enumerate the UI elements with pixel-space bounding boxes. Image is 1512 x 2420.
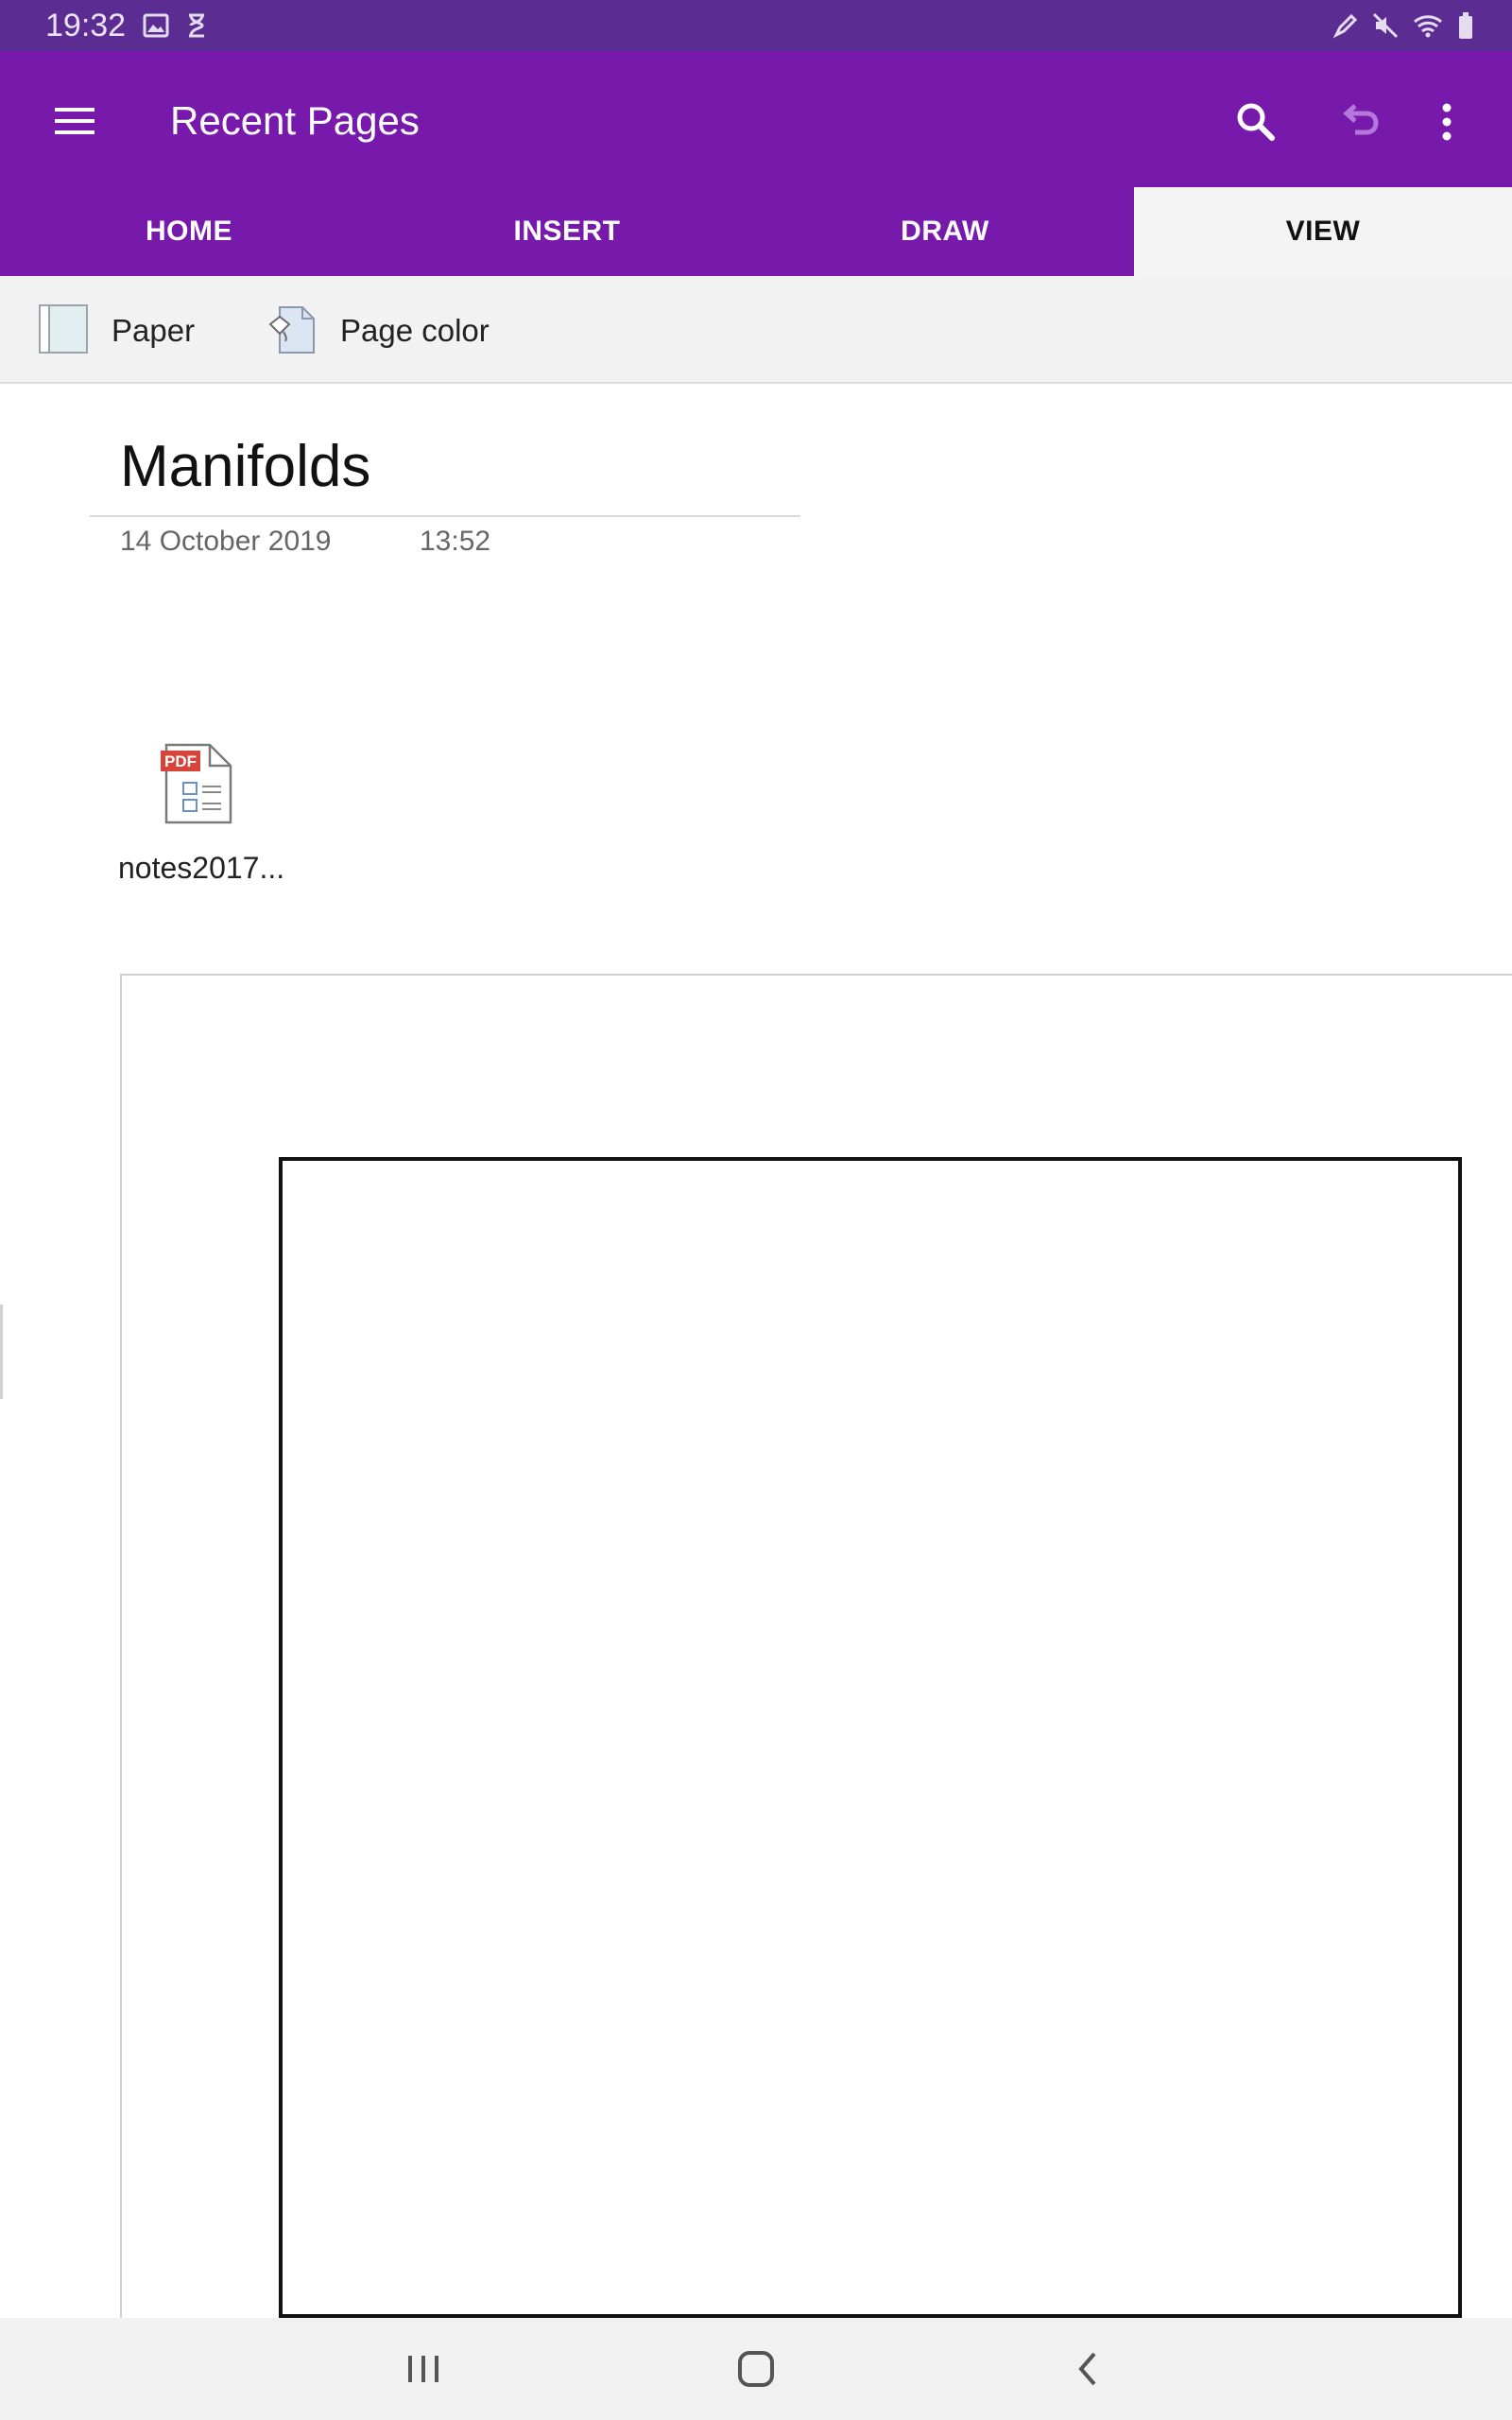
pen-icon [1332,12,1359,39]
app-bar: Recent Pages [0,51,1512,187]
tab-view[interactable]: VIEW [1134,187,1512,276]
paper-icon [38,303,89,359]
page-time: 13:52 [420,526,491,557]
left-edge-indicator [0,1305,3,1399]
hamburger-menu-icon[interactable] [49,95,102,147]
view-toolbar: Paper Page color [0,276,1512,384]
search-icon[interactable] [1228,95,1283,149]
tab-draw[interactable]: DRAW [756,187,1134,276]
status-right [1332,11,1474,40]
tab-insert[interactable]: INSERT [378,187,756,276]
hourglass-icon [186,12,207,39]
pdf-badge-text: PDF [164,752,197,770]
drawn-rectangle [279,1157,1462,2318]
page-title[interactable]: Manifolds [120,433,370,500]
undo-icon[interactable] [1332,95,1387,149]
page-date: 14 October 2019 [120,526,332,557]
page-color-button[interactable]: Page color [266,302,490,359]
battery-icon [1457,11,1474,40]
attachment-name: notes2017... [118,851,285,885]
recent-apps-icon[interactable] [395,2342,452,2395]
home-icon[interactable] [728,2342,784,2395]
wifi-icon [1412,12,1444,39]
navigation-bar [0,2318,1512,2420]
mute-icon [1372,12,1399,39]
pdf-attachment[interactable]: PDF notes2017... [113,737,302,889]
page-color-label: Page color [340,313,490,348]
more-vertical-icon[interactable] [1423,95,1470,149]
back-icon[interactable] [1060,2342,1117,2395]
paper-label: Paper [112,313,196,348]
status-bar: 19:32 [0,0,1512,51]
paper-button[interactable]: Paper [38,302,195,359]
app-title: Recent Pages [170,98,420,143]
title-divider [90,515,800,517]
pdf-file-icon: PDF [161,743,236,829]
status-time: 19:32 [45,7,127,43]
page-color-icon [266,303,318,359]
tab-home[interactable]: HOME [0,187,378,276]
image-icon [143,13,169,38]
screen: 19:32 Recent Pages HOME INSERT DRAW VIEW… [0,0,1512,2420]
status-left: 19:32 [45,8,207,44]
ribbon-tabs: HOME INSERT DRAW VIEW [0,187,1512,276]
